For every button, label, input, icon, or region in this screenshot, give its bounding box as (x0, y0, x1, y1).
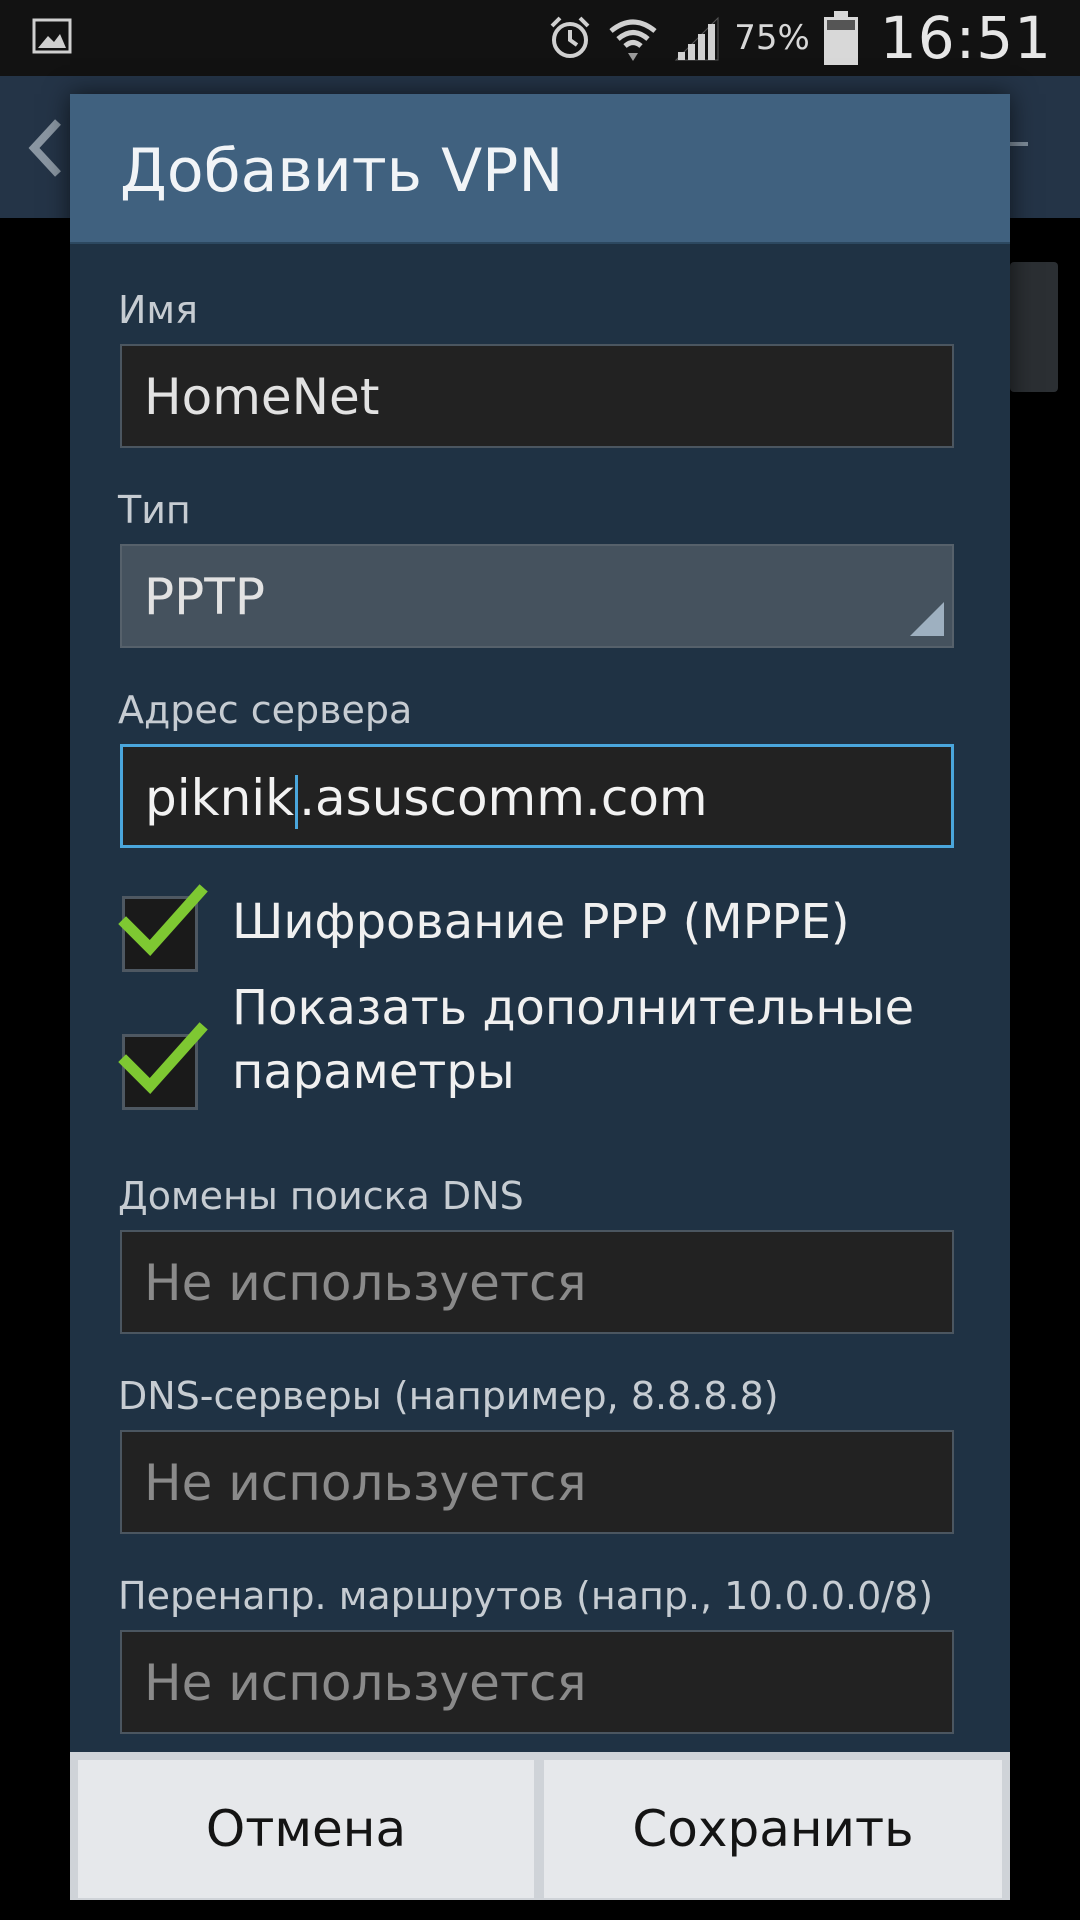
name-label: Имя (118, 288, 198, 332)
dns-servers-placeholder: Не используется (144, 1454, 587, 1512)
add-vpn-dialog: Добавить VPN Имя HomeNet Тип PPTP Адрес … (70, 94, 1010, 1900)
clock: 16:51 (879, 4, 1052, 72)
routes-placeholder: Не используется (144, 1654, 587, 1712)
dns-search-field[interactable]: Не используется (120, 1230, 954, 1334)
dns-search-placeholder: Не используется (144, 1254, 587, 1312)
type-dropdown[interactable]: PPTP (120, 544, 954, 648)
dialog-title: Добавить VPN (120, 136, 564, 206)
mppe-label: Шифрование PPP (MPPE) (232, 894, 850, 950)
dns-servers-field[interactable]: Не используется (120, 1430, 954, 1534)
routes-field[interactable]: Не используется (120, 1630, 954, 1734)
dns-servers-label: DNS-серверы (например, 8.8.8.8) (118, 1374, 779, 1418)
background-card (1010, 262, 1058, 392)
back-icon[interactable] (28, 118, 64, 178)
server-address-text-start: piknik (145, 769, 295, 827)
checkmark-icon (118, 1022, 208, 1095)
dialog-buttons: Отмена Сохранить (70, 1752, 1010, 1900)
server-address-text-end: .asuscomm.com (299, 769, 708, 827)
advanced-label: Показать дополнительные параметры (232, 980, 915, 1100)
type-value: PPTP (144, 568, 265, 626)
server-address-value: piknik .asuscomm.com (145, 769, 708, 829)
dialog-content: Имя HomeNet Тип PPTP Адрес сервера pikni… (70, 244, 1010, 1840)
server-address-field[interactable]: piknik .asuscomm.com (120, 744, 954, 848)
type-label: Тип (118, 488, 191, 532)
alarm-icon (550, 16, 590, 58)
name-field[interactable]: HomeNet (120, 344, 954, 448)
checkmark-icon (118, 884, 208, 957)
routes-label: Перенапр. маршрутов (напр., 10.0.0.0/8) (118, 1574, 934, 1618)
signal-icon (675, 16, 719, 61)
battery-icon (823, 11, 858, 65)
wifi-icon (609, 19, 657, 61)
dropdown-arrow-icon (910, 602, 944, 636)
dns-search-label: Домены поиска DNS (118, 1174, 524, 1218)
dialog-header: Добавить VPN (70, 94, 1010, 244)
gallery-icon (32, 18, 72, 54)
cancel-button[interactable]: Отмена (78, 1760, 534, 1898)
status-bar: 75% 16:51 (0, 0, 1080, 76)
save-button[interactable]: Сохранить (544, 1760, 1002, 1898)
battery-percent: 75% (734, 18, 810, 58)
server-address-label: Адрес сервера (118, 688, 413, 732)
text-cursor (295, 774, 299, 829)
name-value: HomeNet (144, 368, 380, 426)
